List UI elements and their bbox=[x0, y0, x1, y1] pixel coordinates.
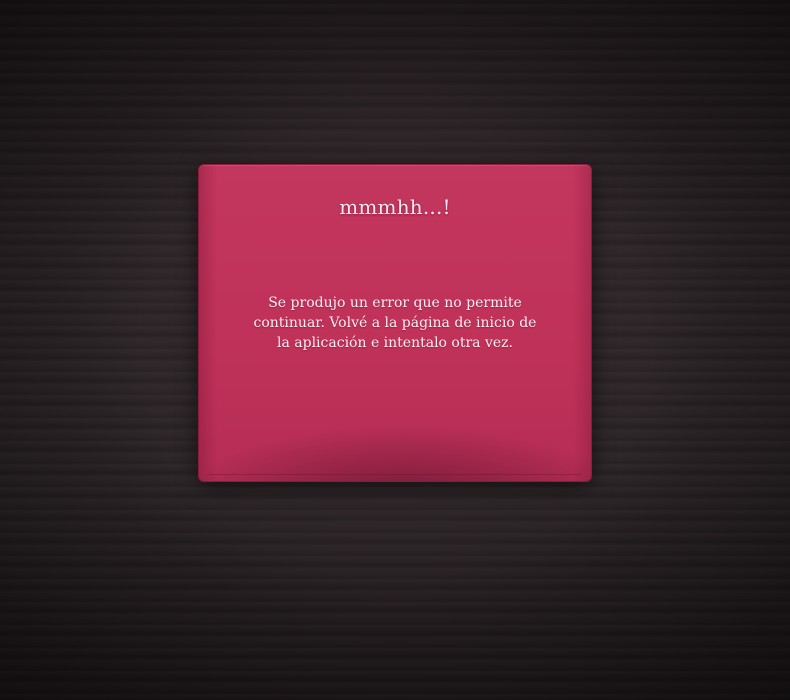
error-title: mmmhh...! bbox=[339, 195, 451, 219]
card-fold-edge bbox=[209, 474, 581, 481]
error-message: Se produjo un error que no permite conti… bbox=[253, 295, 537, 351]
error-card: mmmhh...! Se produjo un error que no per… bbox=[199, 165, 591, 481]
